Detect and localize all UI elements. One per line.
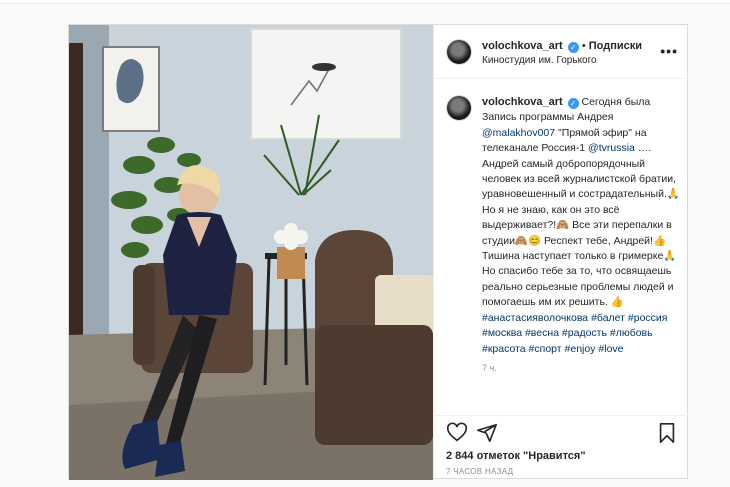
post-timestamp[interactable]: 7 часов назад xyxy=(446,467,513,476)
hashtag-link[interactable]: #анастасияволочкова xyxy=(482,312,588,324)
share-icon[interactable] xyxy=(476,422,498,444)
caption-text: volochkova_art ✓ Сегодня была Запись про… xyxy=(446,95,682,357)
heart-icon[interactable] xyxy=(446,422,468,444)
hashtag-link[interactable]: #москва xyxy=(482,327,522,339)
post-location[interactable]: Киностудия им. Горького xyxy=(482,55,597,66)
hashtag-link[interactable]: #балет xyxy=(591,312,625,324)
header-separator: • xyxy=(581,40,586,52)
header-user-line: volochkova_art ✓ • Подписки xyxy=(482,40,642,53)
post-sidebar: volochkova_art ✓ • Подписки Киностудия и… xyxy=(433,25,690,480)
follow-status-button[interactable]: Подписки xyxy=(589,40,642,52)
more-dots-icon[interactable]: ••• xyxy=(660,43,678,59)
hashtag-link[interactable]: #love xyxy=(598,343,623,355)
post-actions: 2 844 отметок "Нравится" 7 часов назад xyxy=(434,415,690,480)
mention-link[interactable]: @tvrussia xyxy=(588,142,635,154)
hashtag-link[interactable]: #россия xyxy=(628,312,668,324)
post-header: volochkova_art ✓ • Подписки Киностудия и… xyxy=(434,25,690,79)
hashtag-link[interactable]: #любовь xyxy=(610,327,653,339)
hashtag-link[interactable]: #спорт xyxy=(529,343,562,355)
avatar[interactable] xyxy=(446,39,472,65)
photo-illustration xyxy=(69,25,433,480)
caption-age: 7 ч. xyxy=(482,363,497,373)
hashtag-link[interactable]: #радость xyxy=(562,327,607,339)
hashtag-link[interactable]: #красота xyxy=(482,343,526,355)
bookmark-icon[interactable] xyxy=(656,422,678,444)
caption-avatar[interactable] xyxy=(446,95,472,121)
hashtag-link[interactable]: #enjoy xyxy=(565,343,596,355)
verified-badge-icon: ✓ xyxy=(567,42,579,53)
browser-top-strip xyxy=(0,0,730,4)
post-author-username[interactable]: volochkova_art xyxy=(482,40,563,52)
instagram-post: volochkova_art ✓ • Подписки Киностудия и… xyxy=(68,24,690,480)
hashtag-link[interactable]: #весна xyxy=(525,327,559,339)
verified-badge-icon: ✓ xyxy=(567,98,579,109)
mention-link[interactable]: @malakhov007 xyxy=(482,127,555,139)
post-photo[interactable] xyxy=(69,25,433,480)
caption-username[interactable]: volochkova_art xyxy=(482,96,563,108)
caption-part-3: …. Андрей самый добропорядочный человек … xyxy=(482,142,680,309)
likes-count[interactable]: 2 844 отметок "Нравится" xyxy=(446,450,586,462)
post-caption: volochkova_art ✓ Сегодня была Запись про… xyxy=(446,95,682,357)
